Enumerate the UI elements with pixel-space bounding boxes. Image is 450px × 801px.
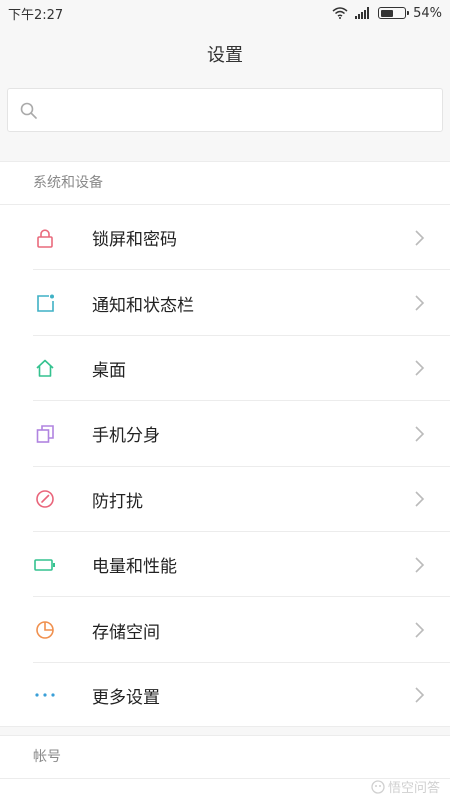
settings-item-desktop[interactable]: 桌面	[0, 336, 450, 402]
do-not-disturb-icon	[33, 487, 57, 511]
settings-item-label: 锁屏和密码	[92, 230, 177, 251]
page-title: 设置	[0, 26, 450, 82]
status-bar: 下午2:27 54%	[0, 0, 450, 26]
settings-item-label: 桌面	[92, 360, 126, 381]
battery-percent: 54%	[413, 5, 442, 21]
section-title-system: 系统和设备	[0, 162, 450, 205]
chevron-right-icon	[415, 491, 425, 507]
chevron-right-icon	[415, 295, 425, 311]
watermark-text: 悟空问答	[387, 781, 440, 796]
settings-item-second-space[interactable]: 手机分身	[0, 401, 450, 467]
settings-item-battery-performance[interactable]: 电量和性能	[0, 532, 450, 598]
settings-item-label: 电量和性能	[92, 557, 177, 578]
clone-icon	[33, 422, 57, 446]
lock-icon	[33, 226, 57, 250]
settings-item-label: 通知和状态栏	[92, 295, 194, 316]
settings-item-notifications[interactable]: 通知和状态栏	[0, 270, 450, 337]
chevron-right-icon	[415, 230, 425, 246]
watermark-logo-icon	[371, 779, 385, 794]
chevron-right-icon	[415, 360, 425, 377]
settings-item-label: 存储空间	[92, 622, 160, 643]
settings-item-do-not-disturb[interactable]: 防打扰	[0, 467, 450, 533]
home-icon	[33, 356, 57, 380]
status-icons: 54%	[332, 6, 442, 21]
chevron-right-icon	[415, 426, 425, 442]
settings-item-label: 更多设置	[92, 687, 160, 708]
storage-pie-icon	[33, 618, 57, 642]
battery-icon	[33, 553, 57, 577]
chevron-right-icon	[415, 622, 425, 638]
section-title-account: 帐号	[0, 736, 450, 779]
chevron-right-icon	[415, 557, 425, 573]
chevron-right-icon	[415, 687, 425, 703]
status-time: 下午2:27	[8, 7, 64, 23]
signal-icon	[355, 7, 370, 19]
section-system-devices: 系统和设备 锁屏和密码 通知和状态栏 桌面 手机分身 防打扰 电量和性能 存储空…	[0, 161, 450, 727]
wifi-icon	[332, 7, 348, 19]
battery-icon	[378, 7, 410, 19]
settings-item-label: 防打扰	[92, 491, 143, 512]
search-input[interactable]	[45, 88, 442, 132]
more-dots-icon	[33, 683, 57, 707]
search-box[interactable]	[7, 88, 443, 132]
watermark: 悟空问答	[371, 777, 440, 796]
settings-item-label: 手机分身	[92, 426, 160, 447]
settings-item-lockscreen[interactable]: 锁屏和密码	[0, 205, 450, 271]
search-icon	[20, 102, 37, 119]
settings-item-storage[interactable]: 存储空间	[0, 597, 450, 664]
notification-icon	[33, 291, 57, 315]
settings-item-more[interactable]: 更多设置	[0, 663, 450, 728]
